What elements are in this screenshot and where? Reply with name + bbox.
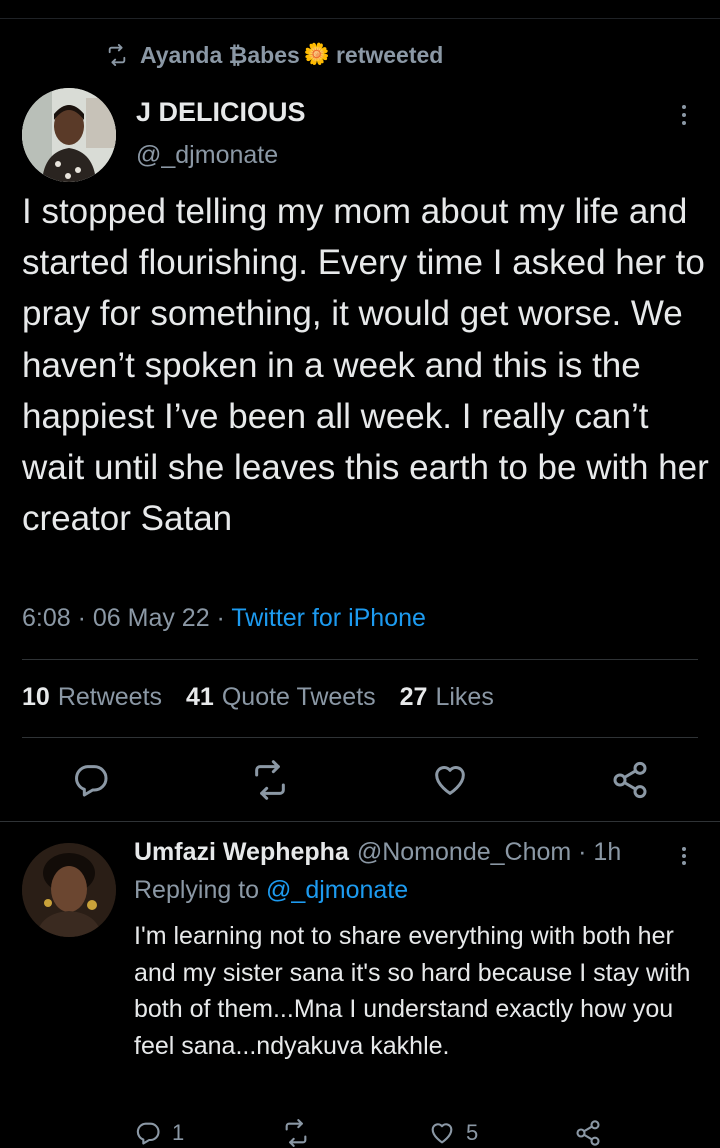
reply-icon (75, 765, 108, 797)
like-button[interactable] (430, 760, 470, 800)
replying-to-handle[interactable]: @_djmonate (266, 876, 408, 904)
tweet-source[interactable]: Twitter for iPhone (231, 604, 426, 632)
like-icon (435, 766, 465, 795)
more-icon[interactable] (674, 100, 694, 130)
author-name[interactable]: J DELICIOUS (136, 97, 306, 128)
reply-button[interactable] (71, 760, 111, 800)
reply-reply-button[interactable]: 1 (134, 1118, 184, 1148)
like-count: 5 (466, 1120, 479, 1145)
flower-emoji: 🌼 (303, 43, 330, 66)
reply-text: I'm learning not to share everything wit… (134, 922, 691, 1060)
divider (0, 821, 720, 822)
retweets-stat[interactable]: 10 Retweets (22, 683, 162, 712)
tweet-meta: 6:08 · 06 May 22 · Twitter for iPhone (22, 604, 426, 633)
share-icon (613, 761, 647, 799)
likes-stat[interactable]: 27 Likes (400, 683, 494, 712)
replying-to: Replying to @_djmonate (134, 876, 408, 905)
avatar[interactable] (22, 88, 116, 182)
share-button[interactable] (610, 760, 650, 800)
author-handle[interactable]: @_djmonate (136, 141, 278, 170)
retweet-banner[interactable]: Ayanda ₿abes 🌼 retweeted (106, 38, 443, 72)
retweeted-label: retweeted (335, 41, 444, 68)
retweet-icon (255, 760, 285, 800)
divider (22, 659, 698, 660)
reply-avatar[interactable] (22, 843, 116, 937)
reply-header: Umfazi Wephepha @Nomonde_Chom · 1h (134, 838, 621, 867)
quotes-stat[interactable]: 41 Quote Tweets (186, 683, 376, 712)
reply-handle-time[interactable]: @Nomonde_Chom · 1h (357, 838, 621, 867)
retweet-icon (285, 1119, 307, 1147)
top-divider (0, 18, 720, 19)
reply-like-button[interactable]: 5 (428, 1118, 478, 1148)
tweet-stats: 10 Retweets 41 Quote Tweets 27 Likes (22, 683, 518, 712)
divider (22, 737, 698, 738)
reply-retweet-button[interactable] (282, 1118, 320, 1148)
replying-prefix: Replying to (134, 876, 260, 904)
more-icon[interactable] (676, 843, 692, 869)
retweeter-name: Ayanda ₿abes (140, 41, 300, 68)
reply-count: 1 (172, 1120, 185, 1145)
tweet-timestamp[interactable]: 6:08 · 06 May 22 · (22, 604, 225, 632)
tweet-text: I stopped telling my mom about my life a… (22, 192, 709, 539)
retweet-icon (108, 44, 126, 66)
reply-author-name[interactable]: Umfazi Wephepha (134, 838, 349, 867)
retweet-button[interactable] (250, 760, 290, 800)
share-icon (576, 1120, 600, 1146)
like-icon (431, 1123, 453, 1144)
reply-share-button[interactable] (574, 1118, 612, 1148)
reply-icon (136, 1122, 160, 1145)
